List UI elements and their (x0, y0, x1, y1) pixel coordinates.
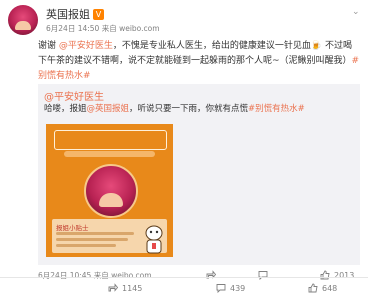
repost-text-2: ，听说只要一下雨，你就有点慌 (129, 104, 249, 114)
repost-text: 哈喽，报姐@英国报姐，听说只要一下雨，你就有点慌#别慌有热水# (44, 103, 354, 116)
image-tips-line (56, 238, 128, 241)
post-mention-link[interactable]: @平安好医生 (59, 41, 113, 51)
comment-count: 439 (230, 283, 246, 293)
like-icon (308, 283, 318, 293)
weibo-post: 英国报姐 V 6月24日 14:50 来自 weibo.com ⌄ 谢谢 @平安好… (0, 0, 368, 295)
like-count: 648 (322, 283, 338, 293)
image-tips-line (56, 244, 116, 247)
post-text: 谢谢 @平安好医生，不愧是专业私人医生，给出的健康建议一针见血🍺 不过喝下午茶的… (38, 39, 360, 84)
post-text-0: 谢谢 (38, 41, 59, 51)
share-count: 1145 (122, 283, 143, 293)
post-meta: 6月24日 14:50 来自 weibo.com (46, 24, 160, 33)
image-avatar (84, 164, 138, 218)
image-subtitle-bar (64, 151, 155, 157)
comment-button[interactable]: 439 (216, 281, 245, 295)
author-name-text[interactable]: 英国报姐 (46, 8, 90, 21)
repost-mention-link[interactable]: @英国报姐 (87, 104, 130, 114)
share-button[interactable]: 1145 (108, 281, 142, 295)
avatar[interactable] (8, 5, 38, 35)
repost-card[interactable]: @平安好医生 哈喽，报姐@英国报姐，听说只要一下雨，你就有点慌#别慌有热水# 报… (38, 84, 360, 265)
verified-badge-icon: V (93, 9, 104, 20)
image-tips-line (56, 232, 134, 235)
repost-image[interactable]: 报姐小贴士 (46, 124, 173, 257)
comment-icon (216, 284, 226, 293)
repost-text-0: 哈喽，报姐 (44, 104, 87, 114)
image-tips-title: 报姐小贴士 (56, 224, 89, 232)
post-action-bar: 1145 439 648 (0, 277, 368, 296)
repost-author[interactable]: @平安好医生 (44, 88, 104, 103)
author-name[interactable]: 英国报姐 V (46, 6, 104, 22)
doctor-cartoon-icon (145, 225, 163, 254)
image-banner (54, 130, 167, 150)
share-icon (108, 283, 118, 292)
like-button[interactable]: 648 (308, 281, 337, 295)
chevron-down-icon[interactable]: ⌄ (352, 7, 360, 17)
repost-hashtag-link[interactable]: #别慌有热水# (248, 104, 305, 114)
